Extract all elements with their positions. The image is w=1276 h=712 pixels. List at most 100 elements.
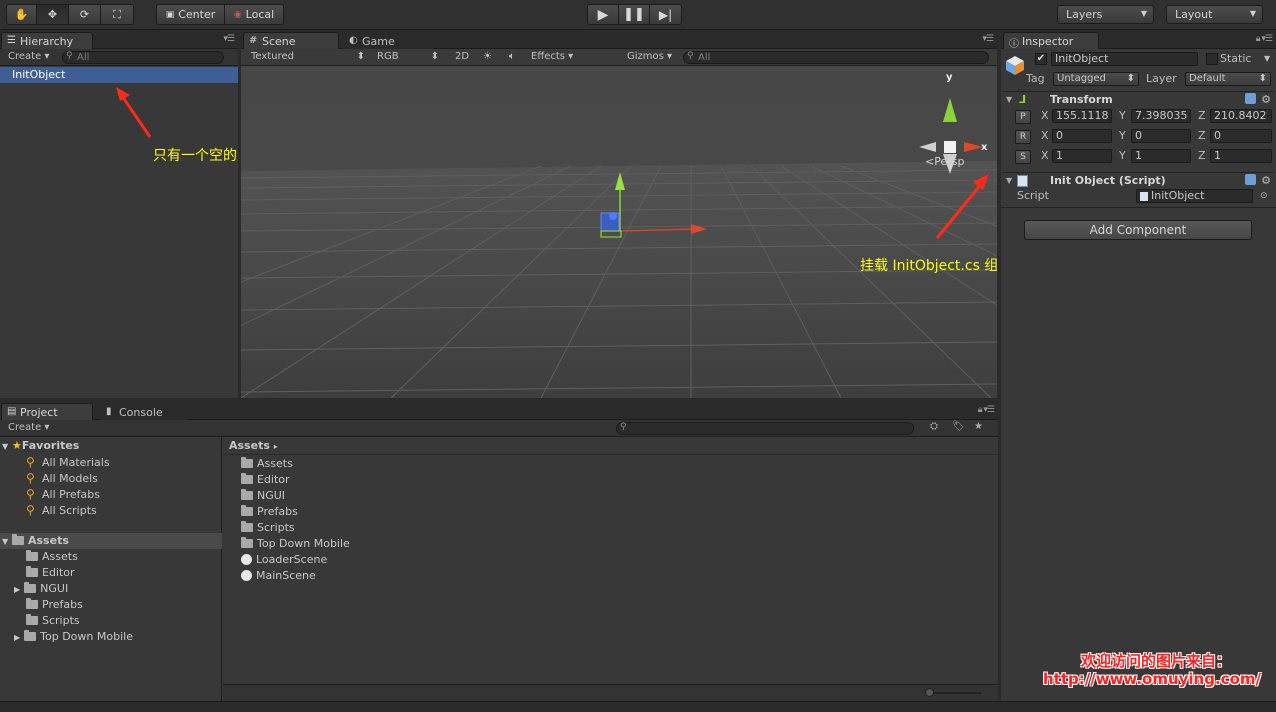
object-name-field[interactable]: InitObject <box>1051 52 1198 66</box>
scale-z-field[interactable]: 1 <box>1210 149 1272 163</box>
reset-rotation-button[interactable]: R <box>1015 130 1031 144</box>
tree-folder-item[interactable]: Prefabs <box>26 597 83 613</box>
hand-tool-button[interactable]: ✋ <box>7 5 37 24</box>
effects-dropdown[interactable]: Effects ▾ <box>525 51 581 64</box>
rotation-z-field[interactable]: 0 <box>1210 129 1272 143</box>
hierarchy-item-initobject[interactable]: InitObject <box>0 67 238 83</box>
tree-folder-item[interactable]: Editor <box>26 565 75 581</box>
gizmos-dropdown[interactable]: Gizmos ▾ <box>621 51 677 64</box>
scale-x-field[interactable]: 1 <box>1052 149 1112 163</box>
static-checkbox[interactable] <box>1206 53 1218 65</box>
tree-folder-item[interactable]: Assets <box>26 549 78 565</box>
layer-dropdown[interactable]: Default ⬍ <box>1185 72 1271 86</box>
tab-console[interactable]: ▮ Console <box>100 403 188 420</box>
position-z-field[interactable]: 210.8402 <box>1210 109 1272 123</box>
rendermode-dropdown[interactable]: RGB ⬍ <box>371 51 439 64</box>
filter-label-icon[interactable]: 🏷︎ <box>952 421 965 432</box>
dropdown-arrow-icon: ▼ <box>1249 9 1256 18</box>
transform-header[interactable]: ▼ ⅃ Transform ⚙ <box>1003 91 1274 107</box>
inspector-panel: ⓘ Inspector 🔒︎ ▾☰ ✔ InitObject Static ▼ T… <box>1001 31 1276 701</box>
axis-y-label: Y <box>1119 149 1126 162</box>
asset-list-item[interactable]: Top Down Mobile <box>241 536 350 552</box>
shading-dropdown[interactable]: Textured ⬍ <box>245 51 365 64</box>
active-checkbox[interactable]: ✔ <box>1035 53 1047 65</box>
tree-folder-item[interactable]: ▶ NGUI <box>14 581 68 597</box>
asset-list-item[interactable]: Prefabs <box>241 504 298 520</box>
foldout-arrow-icon[interactable]: ▼ <box>1006 92 1012 108</box>
favorite-item[interactable]: ⚲ All Materials <box>26 454 110 470</box>
lighting-toggle[interactable]: ☀ <box>477 51 493 64</box>
script-field[interactable]: InitObject <box>1136 189 1253 203</box>
tree-folder-item[interactable]: Scripts <box>26 613 80 629</box>
object-picker-icon[interactable]: ⊙ <box>1260 189 1268 203</box>
expand-arrow-icon[interactable]: ▶ <box>14 585 20 594</box>
scale-tool-button[interactable]: ⛶ <box>101 5 133 24</box>
gear-icon[interactable]: ⚙ <box>1261 173 1271 189</box>
hierarchy-search-input[interactable]: ⚲ All <box>62 51 224 64</box>
layout-dropdown[interactable]: Layout ▼ <box>1166 5 1263 24</box>
rotation-x-field[interactable]: 0 <box>1052 129 1112 143</box>
favorite-item[interactable]: ⚲ All Models <box>26 470 98 486</box>
reset-scale-button[interactable]: S <box>1015 150 1031 164</box>
space-local-button[interactable]: ◉ Local <box>225 5 283 24</box>
gear-icon[interactable]: ⚙ <box>1261 92 1271 108</box>
script-file-icon <box>1140 192 1148 201</box>
filter-type-icon[interactable]: ⛭ <box>930 421 938 432</box>
tab-game[interactable]: ◐ Game <box>343 32 433 49</box>
grid-icon: # <box>249 35 258 46</box>
position-x-field[interactable]: 155.1118 <box>1052 109 1112 123</box>
rotation-y-field[interactable]: 0 <box>1131 129 1191 143</box>
rotate-tool-button[interactable]: ⟳ <box>69 5 101 24</box>
asset-list-item[interactable]: LoaderScene <box>241 552 327 568</box>
move-tool-button[interactable]: ✥ <box>37 5 69 24</box>
zoom-slider-thumb[interactable] <box>925 688 934 697</box>
asset-list-item[interactable]: Scripts <box>241 520 295 536</box>
help-icon[interactable] <box>1245 174 1256 185</box>
zoom-slider-track[interactable] <box>927 692 981 694</box>
scene-search-input[interactable]: ⚲ All <box>683 51 989 64</box>
assets-root[interactable]: ▼ Assets <box>0 533 222 549</box>
step-button[interactable]: ▶| <box>650 5 681 24</box>
foldout-arrow-icon[interactable]: ▼ <box>1006 173 1012 189</box>
panel-menu-icon[interactable]: ▾☰ <box>223 34 235 44</box>
mode-2d-toggle[interactable]: 2D <box>449 51 473 64</box>
scale-y-field[interactable]: 1 <box>1131 149 1191 163</box>
pause-button[interactable]: ❚❚ <box>619 5 650 24</box>
project-search-input[interactable]: ⚲ <box>616 422 914 435</box>
expand-arrow-icon[interactable]: ▶ <box>14 633 20 642</box>
create-dropdown[interactable]: Create ▾ <box>2 51 56 64</box>
asset-list-item[interactable]: Editor <box>241 472 290 488</box>
tag-dropdown[interactable]: Untagged ⬍ <box>1053 72 1139 86</box>
asset-list-item[interactable]: NGUI <box>241 488 285 504</box>
asset-list-item[interactable]: Assets <box>241 456 293 472</box>
scene-viewport[interactable]: y x <box>241 66 997 398</box>
panel-menu-icon[interactable]: 🔒︎ ▾☰ <box>1256 34 1273 44</box>
tab-scene[interactable]: # Scene <box>243 32 339 49</box>
panel-menu-icon[interactable]: 🔒︎ ▾☰ <box>978 405 995 415</box>
tab-project[interactable]: ▤ Project <box>1 403 93 420</box>
pivot-center-button[interactable]: ▣ Center <box>157 5 225 24</box>
tree-folder-item[interactable]: ▶ Top Down Mobile <box>14 629 133 645</box>
project-create-dropdown[interactable]: Create ▾ <box>2 422 56 435</box>
reset-position-button[interactable]: P <box>1015 110 1031 124</box>
perspective-label[interactable]: <Persp <box>925 155 964 168</box>
script-component-header[interactable]: ▼ Init Object (Script) ⚙ <box>1003 172 1274 188</box>
favorites-header[interactable]: ▼ ★Favorites <box>2 438 79 454</box>
favorite-item[interactable]: ⚲ All Prefabs <box>26 486 100 502</box>
static-dropdown-arrow-icon[interactable]: ▼ <box>1264 52 1270 66</box>
position-y-field[interactable]: 7.398035 <box>1131 109 1191 123</box>
audio-toggle[interactable]: 🔈︎ <box>503 51 521 64</box>
add-component-button[interactable]: Add Component <box>1024 220 1252 240</box>
search-icon: ⚲ <box>26 455 35 469</box>
panel-menu-icon[interactable]: ▾☰ <box>982 34 994 44</box>
hierarchy-panel: ☰ Hierarchy ▾☰ Create ▾ ⚲ All InitObject 只… <box>0 31 238 398</box>
tab-inspector[interactable]: ⓘ Inspector <box>1003 32 1099 50</box>
favorite-star-icon[interactable]: ★ <box>974 421 983 432</box>
favorite-item[interactable]: ⚲ All Scripts <box>26 502 97 518</box>
layers-dropdown[interactable]: Layers ▼ <box>1057 5 1154 24</box>
help-icon[interactable] <box>1245 93 1256 104</box>
play-button[interactable]: ▶ <box>588 5 619 24</box>
asset-list-item[interactable]: MainScene <box>241 568 316 584</box>
tab-hierarchy[interactable]: ☰ Hierarchy <box>1 32 93 49</box>
project-footer <box>223 684 998 701</box>
